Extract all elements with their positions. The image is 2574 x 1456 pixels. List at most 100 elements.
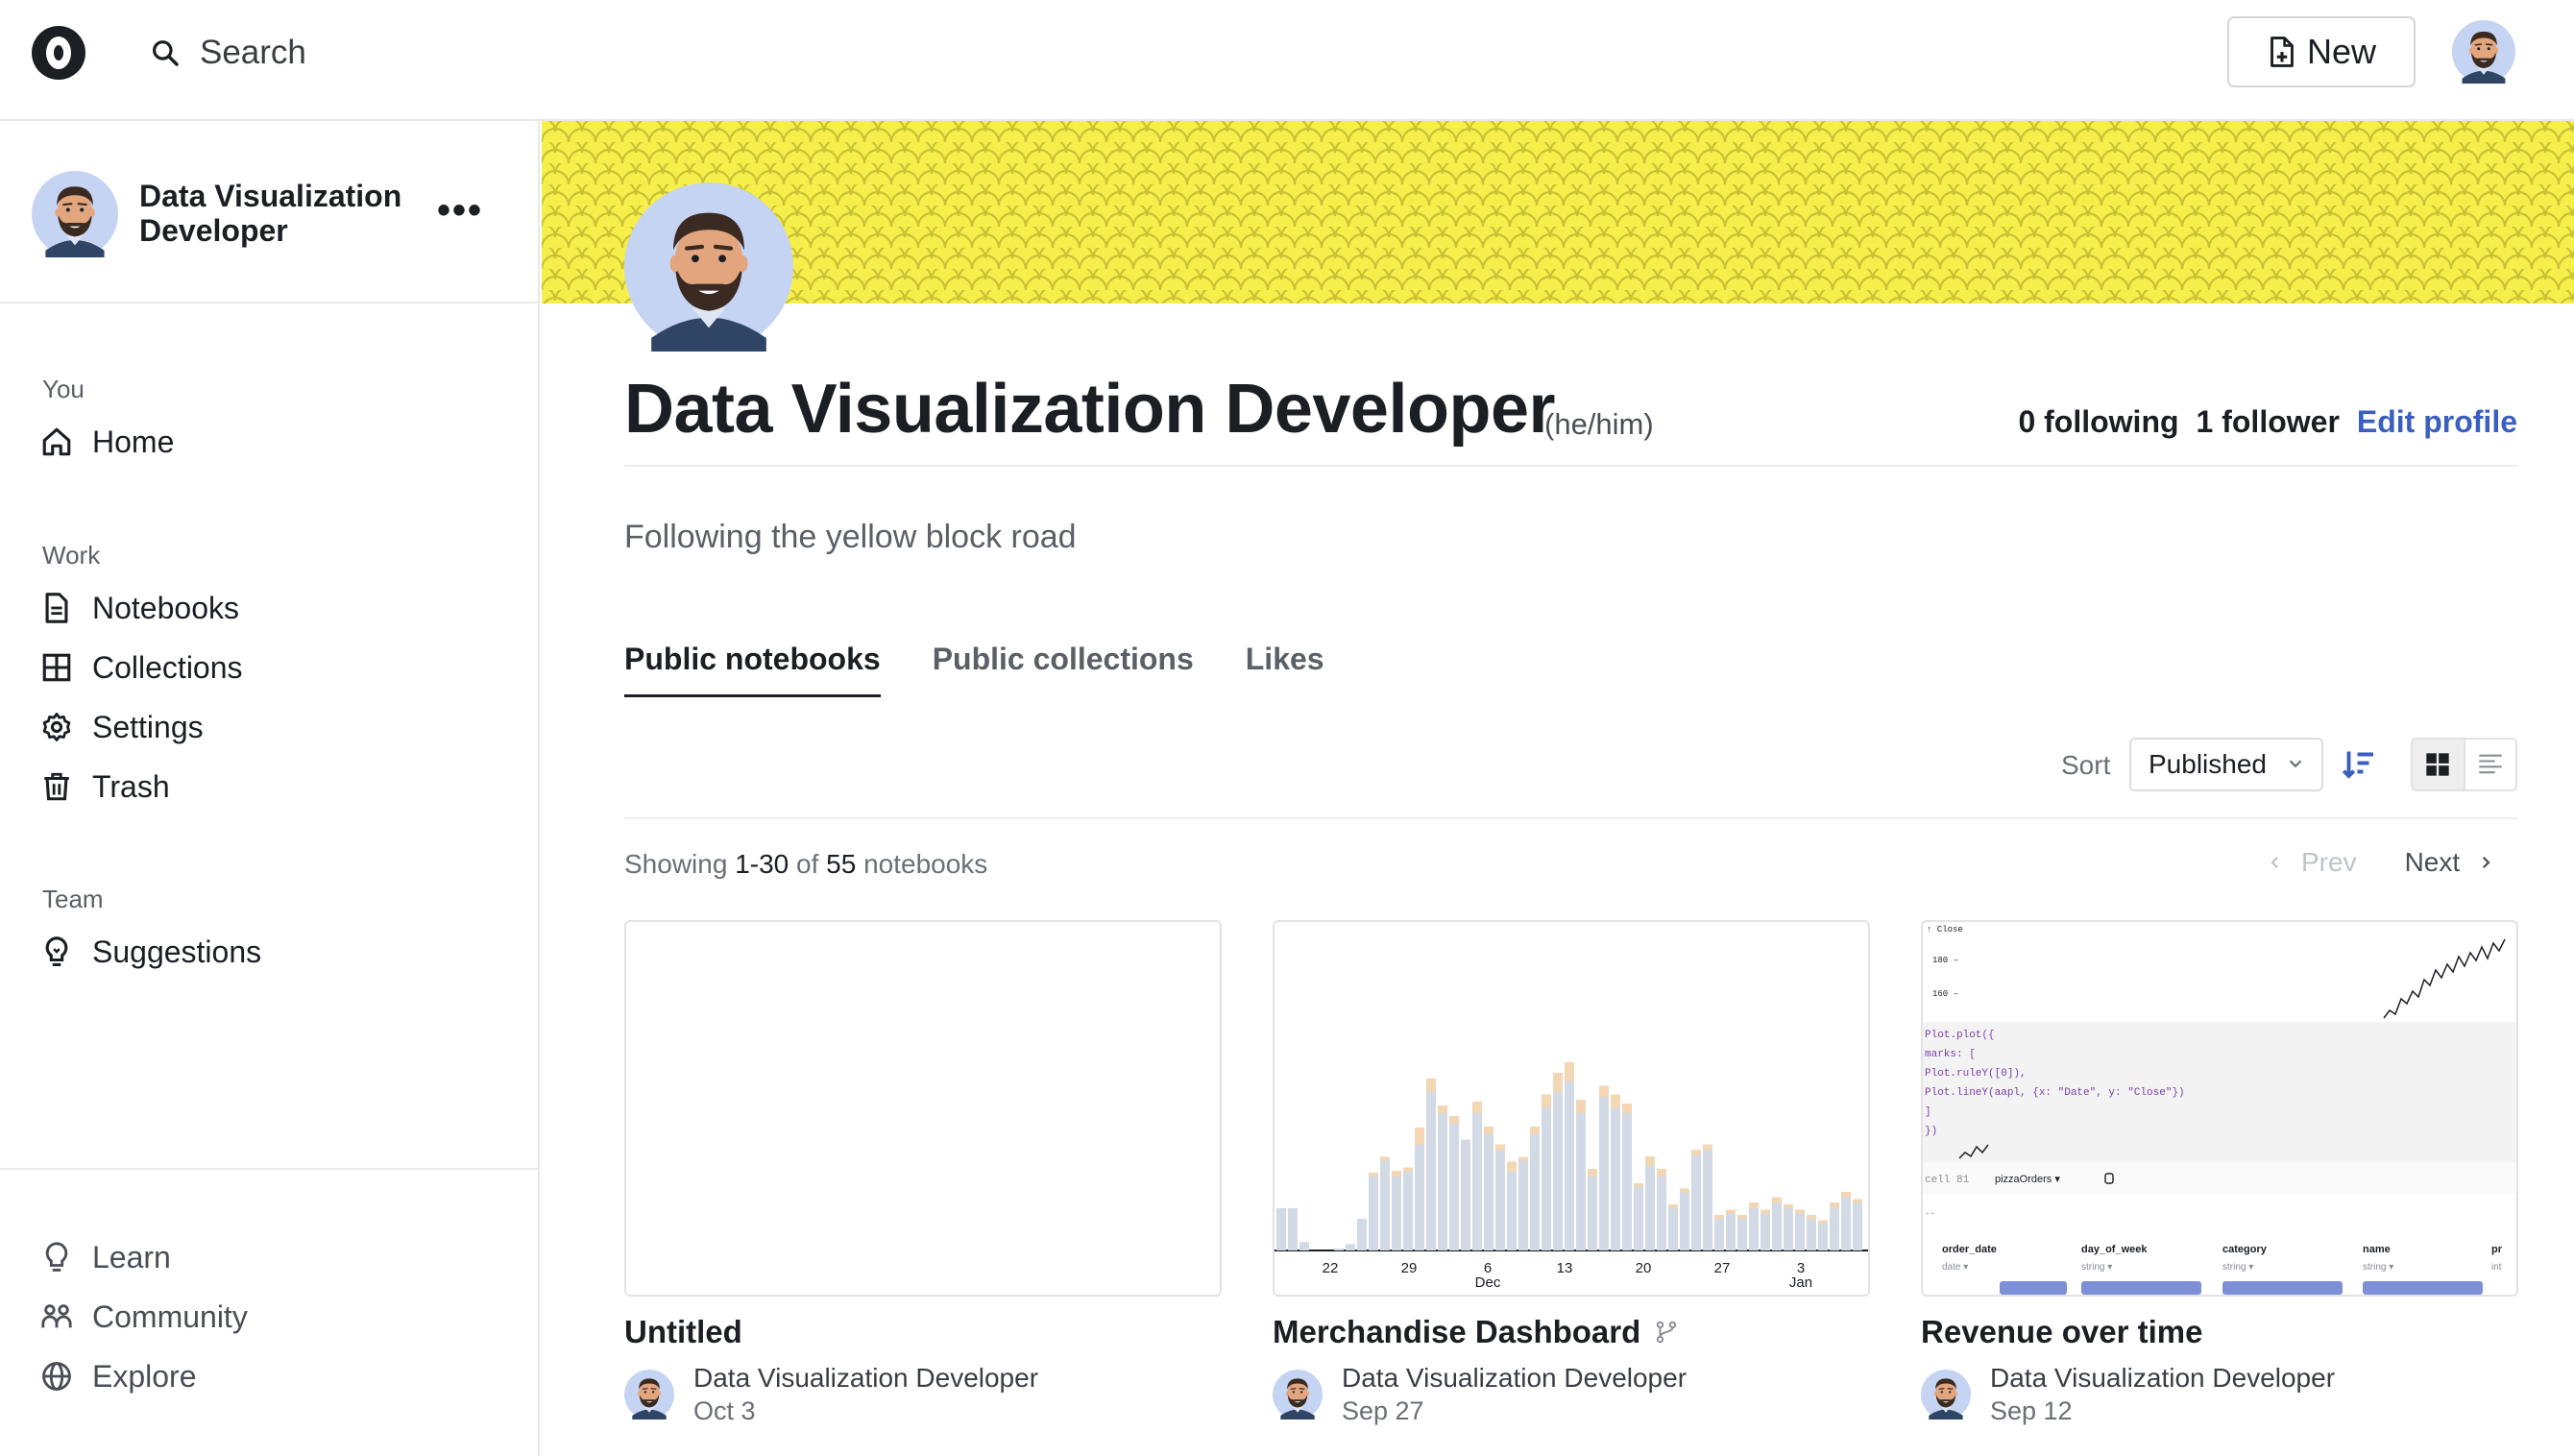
thumb-bar [1853, 1202, 1862, 1250]
thumb-bar [1334, 1248, 1344, 1250]
thumb-bar-top [1726, 1209, 1736, 1214]
fork-icon [1657, 1321, 1677, 1344]
notebook-author[interactable]: Data Visualization Developer [693, 1362, 1038, 1395]
author-avatar[interactable] [1921, 1370, 1971, 1420]
notebook-thumbnail[interactable]: ↑ Close 180 – 160 – Plot.plot({ marks: [… [1921, 920, 2518, 1297]
notebook-title[interactable]: Revenue over time [1921, 1314, 2518, 1350]
code-notebook-thumbnail: ↑ Close 180 – 160 – Plot.plot({ marks: [… [1923, 925, 2516, 1295]
thumb-code-line: }) [1925, 1126, 1937, 1137]
thumb-column-type: date ▾ [1942, 1262, 1968, 1273]
thumb-bar-top [1772, 1197, 1782, 1203]
thumb-bar [1449, 1124, 1459, 1250]
thumb-bar [1484, 1134, 1493, 1250]
banner-pattern [542, 121, 2574, 303]
following-count[interactable]: 0 following [2018, 404, 2178, 440]
author-avatar[interactable] [624, 1370, 674, 1420]
prev-page-button[interactable]: Prev [2267, 847, 2357, 878]
notebook-thumbnail[interactable] [624, 920, 1222, 1297]
sidebar-item-collections[interactable]: Collections [40, 645, 243, 690]
sort-select[interactable]: Published [2129, 738, 2323, 791]
thumb-bar-top [1518, 1156, 1528, 1161]
thumb-bar-top [1841, 1192, 1851, 1198]
thumb-tick-label: 13 [1557, 1260, 1573, 1276]
thumb-bar [1830, 1208, 1839, 1250]
sidebar-item-label: Collections [92, 649, 243, 685]
thumb-bar-top [1634, 1183, 1643, 1187]
tab-likes[interactable]: Likes [1246, 642, 1324, 697]
sidebar: Data Visualization Developer ••• You Hom… [0, 121, 540, 1456]
follower-count[interactable]: 1 follower [2197, 404, 2340, 440]
thumb-bar-top [1680, 1188, 1689, 1193]
thumb-bar-top [1622, 1104, 1632, 1113]
notebook-title-text: Merchandise Dashboard [1273, 1314, 1641, 1349]
showing-count: Showing 1-30 of 55 notebooks [624, 849, 987, 880]
sidebar-item-home[interactable]: Home [40, 420, 174, 464]
notebook-title[interactable]: Merchandise Dashboard [1273, 1314, 1870, 1350]
search-button[interactable]: Search [150, 29, 306, 77]
sidebar-item-learn[interactable]: Learn [40, 1235, 171, 1279]
notebook-card[interactable]: 22 29 6 Dec 13 20 27 3 Jan Merchandise Dashboard… [1273, 920, 1870, 1427]
edit-profile-link[interactable]: Edit profile [2357, 404, 2517, 440]
thumb-code-line: Plot.lineY(aapl, {x: "Date", y: "Close"}… [1925, 1087, 2185, 1099]
thumb-bar [1599, 1097, 1609, 1250]
notebook-date: Sep 27 [1342, 1396, 1424, 1425]
notebook-title[interactable]: Untitled [624, 1314, 1222, 1350]
thumb-bar-top [1818, 1220, 1828, 1225]
thumb-bar [1726, 1213, 1736, 1250]
thumb-line [2383, 938, 2506, 1019]
next-page-button[interactable]: Next [2405, 847, 2495, 878]
thumb-bar [1680, 1192, 1689, 1250]
sidebar-item-settings[interactable]: Settings [40, 705, 204, 749]
thumb-bar-top [1415, 1128, 1424, 1145]
thumb-bar [1299, 1242, 1309, 1250]
showing-range: 1-30 [735, 849, 789, 879]
notebook-card[interactable]: ↑ Close 180 – 160 – Plot.plot({ marks: [… [1921, 920, 2518, 1427]
thumb-bar [1749, 1208, 1759, 1250]
bar-chart-thumbnail: 22 29 6Dec13 20 27 3Jan [1275, 1062, 1868, 1291]
thumb-bar [1415, 1145, 1424, 1250]
sidebar-user-name[interactable]: Data Visualization Developer [139, 179, 427, 248]
app-logo[interactable] [32, 26, 85, 80]
thumb-bar-top [1737, 1215, 1747, 1219]
thumb-bar-top [1668, 1204, 1678, 1208]
thumb-bar-top [1714, 1215, 1724, 1219]
thumb-bar [1553, 1092, 1563, 1250]
sidebar-item-suggestions[interactable]: Suggestions [40, 930, 261, 974]
chevron-right-icon [2483, 856, 2490, 869]
sidebar-item-explore[interactable]: Explore [40, 1354, 197, 1398]
thumb-bar-top [1484, 1127, 1493, 1134]
sidebar-avatar[interactable] [32, 171, 118, 257]
thumb-bar [1346, 1244, 1355, 1250]
sidebar-item-community[interactable]: Community [40, 1295, 248, 1339]
thumb-bar [1426, 1092, 1436, 1250]
user-avatar[interactable] [2452, 20, 2515, 84]
sort-direction-icon[interactable] [2342, 747, 2376, 782]
more-options-icon[interactable]: ••• [437, 191, 483, 230]
sidebar-item-trash[interactable]: Trash [40, 764, 170, 809]
thumb-bar-top [1403, 1167, 1413, 1172]
thumb-bar-top [1703, 1144, 1712, 1151]
tab-public-notebooks[interactable]: Public notebooks [624, 642, 881, 697]
list-view-button[interactable] [2465, 740, 2516, 789]
notebook-author[interactable]: Data Visualization Developer [1990, 1362, 2335, 1395]
divider [624, 817, 2517, 819]
thumb-column-type: int [2491, 1262, 2502, 1273]
notebook-meta: Data Visualization Developer Sep 27 [1273, 1362, 1870, 1427]
notebook-thumbnail[interactable]: 22 29 6 Dec 13 20 27 3 Jan [1273, 920, 1870, 1297]
thumb-bar-top [1691, 1150, 1701, 1155]
author-avatar[interactable] [1273, 1370, 1323, 1420]
collections-grid-icon [42, 653, 71, 682]
notebook-meta: Data Visualization Developer Oct 3 [624, 1362, 1222, 1427]
grid-view-button[interactable] [2413, 740, 2465, 789]
notebook-card[interactable]: Untitled Data Visualization Developer Oc… [624, 920, 1222, 1427]
thumb-bar-top [1830, 1202, 1839, 1208]
thumb-bar [1668, 1208, 1678, 1250]
thumb-bar [1841, 1198, 1851, 1250]
thumb-bar [1369, 1177, 1378, 1250]
tab-public-collections[interactable]: Public collections [933, 642, 1194, 697]
thumb-bar [1784, 1208, 1793, 1250]
sidebar-item-notebooks[interactable]: Notebooks [40, 586, 239, 630]
new-notebook-button[interactable]: New [2227, 16, 2416, 87]
chevron-down-icon [2289, 760, 2302, 768]
notebook-author[interactable]: Data Visualization Developer [1342, 1362, 1687, 1395]
